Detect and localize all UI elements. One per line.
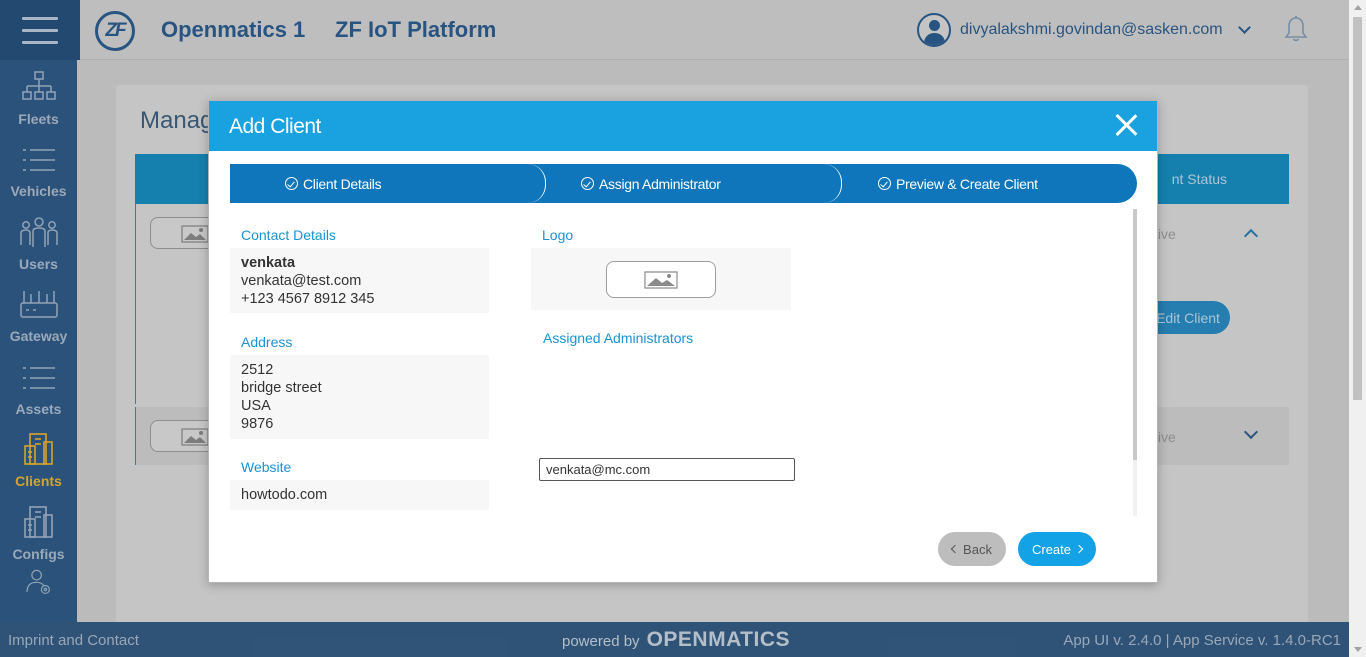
dialog-header: Add Client — [209, 101, 1157, 151]
step-separator — [824, 164, 842, 203]
contact-phone: +123 4567 8912 345 — [241, 291, 375, 307]
check-circle-icon — [581, 177, 594, 190]
stepper: Client Details Assign Administrator Prev… — [230, 164, 1137, 203]
website-label: Website — [241, 459, 292, 475]
logo-preview — [531, 248, 791, 310]
create-button[interactable]: Create — [1018, 532, 1096, 566]
step-preview-create[interactable]: Preview & Create Client — [878, 164, 1038, 203]
step-assign-administrator[interactable]: Assign Administrator — [581, 164, 721, 203]
address-line: 9876 — [241, 416, 274, 432]
scrollbar-thumb[interactable] — [1353, 17, 1362, 400]
website-box: howtodo.com — [230, 480, 489, 510]
contact-details-box: venkata venkata@test.com +123 4567 8912 … — [230, 248, 489, 313]
address-line: bridge street — [241, 380, 322, 396]
address-line: USA — [241, 398, 271, 414]
window-scrollbar[interactable] — [1349, 0, 1366, 657]
add-client-dialog: Add Client Client Details Assign Adminis… — [208, 100, 1158, 583]
check-circle-icon — [878, 177, 891, 190]
step-separator — [528, 164, 546, 203]
scroll-down-icon[interactable] — [1354, 647, 1362, 652]
logo-placeholder — [606, 261, 716, 298]
dialog-title: Add Client — [229, 115, 321, 138]
address-box: 2512 bridge street USA 9876 — [230, 355, 489, 439]
website-value: howtodo.com — [241, 487, 328, 503]
dialog-body: Contact Details venkata venkata@test.com… — [230, 209, 1137, 516]
image-icon — [644, 271, 678, 289]
scroll-up-icon[interactable] — [1354, 5, 1362, 10]
contact-details-label: Contact Details — [241, 227, 336, 243]
dialog-scrollbar[interactable] — [1133, 209, 1137, 516]
address-label: Address — [241, 334, 293, 350]
check-circle-icon — [285, 177, 298, 190]
assigned-admins-label: Assigned Administrators — [543, 330, 694, 346]
back-button[interactable]: Back — [938, 532, 1006, 566]
contact-name: venkata — [241, 255, 296, 271]
assigned-admin-field[interactable]: venkata@mc.com — [539, 458, 795, 481]
chevron-left-icon — [950, 544, 960, 554]
contact-email: venkata@test.com — [241, 273, 362, 289]
address-line: 2512 — [241, 362, 274, 378]
step-client-details[interactable]: Client Details — [285, 164, 382, 203]
close-icon[interactable] — [1113, 112, 1139, 138]
chevron-right-icon — [1074, 544, 1084, 554]
logo-label: Logo — [542, 227, 574, 243]
scrollbar-thumb[interactable] — [1133, 209, 1137, 460]
